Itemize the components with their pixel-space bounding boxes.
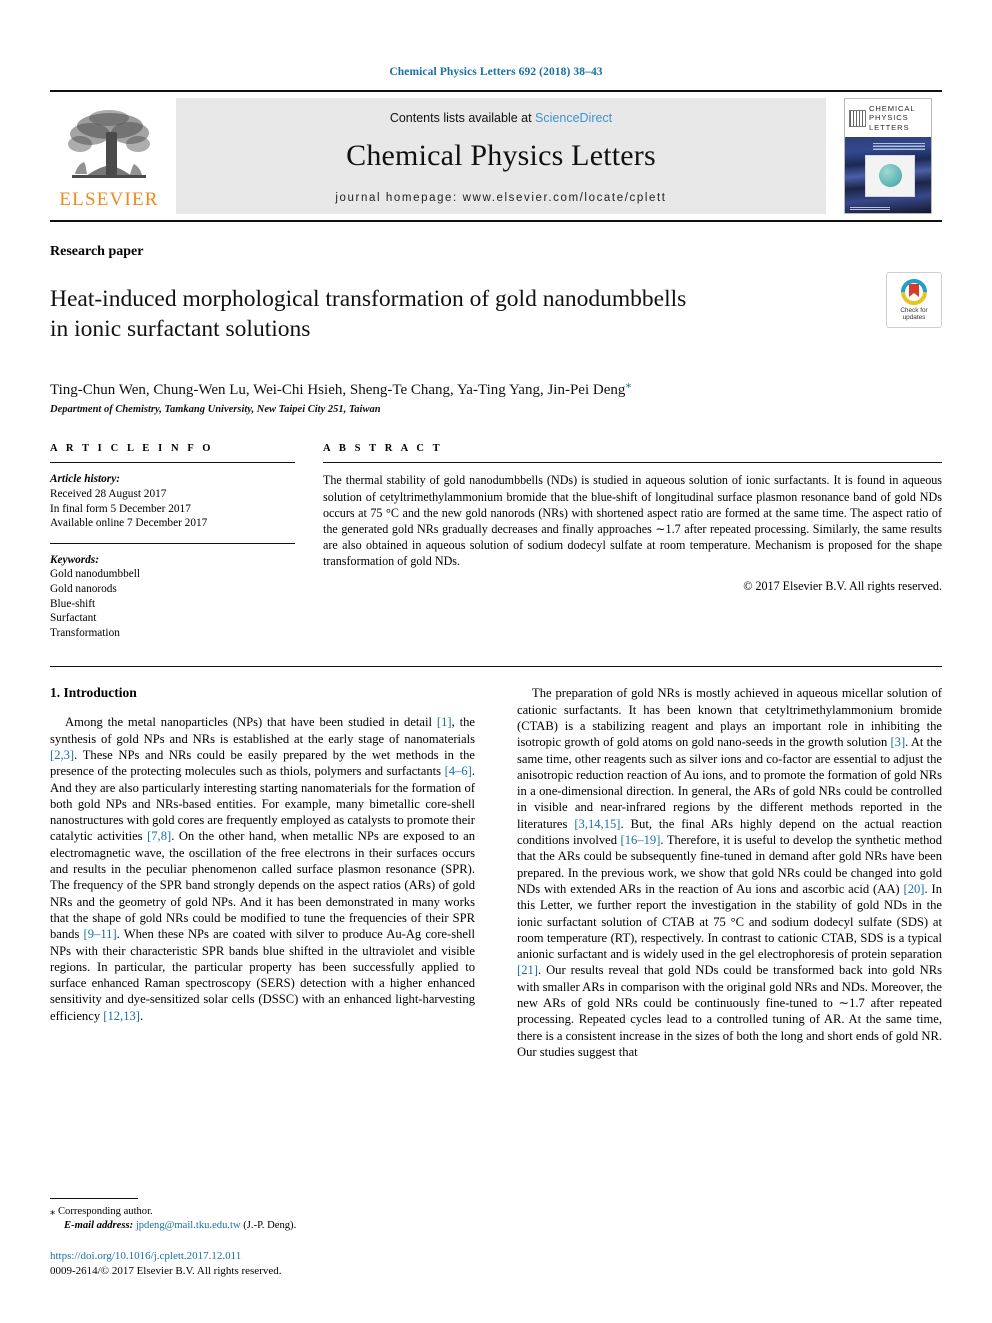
author-list: Ting-Chun Wen, Chung-Wen Lu, Wei-Chi Hsi…: [50, 377, 942, 399]
footnote-star: ⁎: [50, 1206, 56, 1217]
title-line-1: Heat-induced morphological transformatio…: [50, 285, 687, 312]
page-title: Heat-induced morphological transformatio…: [50, 284, 686, 344]
email-note: E-mail address: jpdeng@mail.tku.edu.tw (…: [50, 1219, 450, 1233]
paper-page: Chemical Physics Letters 692 (2018) 38–4…: [0, 0, 992, 1323]
citation-link[interactable]: [3,14,15]: [574, 817, 620, 831]
elsevier-logo: ELSEVIER: [50, 92, 168, 220]
citation-link[interactable]: [16–19]: [621, 833, 661, 847]
citation-link[interactable]: [20]: [904, 882, 925, 896]
authors-text: Ting-Chun Wen, Chung-Wen Lu, Wei-Chi Hsi…: [50, 382, 626, 399]
email-suffix: (J.-P. Deng).: [243, 1220, 297, 1231]
citation-link[interactable]: [4–6]: [445, 764, 472, 778]
contents-available-line: Contents lists available at ScienceDirec…: [390, 111, 612, 125]
keywords-rule: [50, 542, 295, 544]
cover-artwork: [845, 137, 931, 213]
article-info-rule: [50, 462, 295, 464]
issn-copyright-line: 0009-2614/© 2017 Elsevier B.V. All right…: [50, 1265, 282, 1277]
cover-inset-figure: [865, 155, 915, 197]
journal-cover-thumbnail: CHEMICAL PHYSICS LETTERS: [834, 97, 942, 215]
footnote-region: ⁎ Corresponding author. E-mail address: …: [50, 1198, 450, 1279]
section-divider: [50, 666, 942, 668]
cover-subtitle-lines: [873, 143, 925, 150]
abstract-text: The thermal stability of gold nanodumbbe…: [323, 473, 942, 568]
corresponding-author-marker: ⁎: [625, 377, 632, 392]
email-label: E-mail address:: [64, 1220, 134, 1231]
crossmark-icon: [901, 278, 927, 305]
affiliation: Department of Chemistry, Tamkang Univers…: [50, 404, 381, 416]
cover-footer-lines: [850, 206, 890, 210]
elsevier-mark-icon: [849, 109, 866, 127]
corresponding-author-text: Corresponding author.: [57, 1206, 153, 1217]
keyword-item: Gold nanodumbbell: [50, 568, 141, 581]
keywords-label: Keywords:: [50, 553, 99, 566]
article-history-block: Article history: Received 28 August 2017…: [50, 472, 295, 530]
elsevier-wordmark: ELSEVIER: [59, 188, 159, 210]
abstract-copyright: © 2017 Elsevier B.V. All rights reserved…: [743, 579, 942, 594]
keyword-item: Surfactant: [50, 612, 97, 625]
history-item: Available online 7 December 2017: [50, 517, 208, 530]
corresponding-author-note: ⁎ Corresponding author.: [50, 1205, 450, 1219]
abstract-column: A B S T R A C T The thermal stability of…: [323, 443, 942, 640]
citation-link[interactable]: [3]: [890, 735, 905, 749]
masthead-center: Contents lists available at ScienceDirec…: [176, 98, 826, 214]
crossmark-label: Check for updates: [900, 306, 928, 321]
footnote-rule: [50, 1198, 138, 1199]
history-item: In final form 5 December 2017: [50, 502, 191, 515]
citation-link[interactable]: [1]: [437, 715, 452, 729]
article-type-label: Research paper: [50, 244, 144, 259]
body-column-left: 1. Introduction Among the metal nanopart…: [50, 685, 475, 1060]
journal-title: Chemical Physics Letters: [346, 138, 656, 172]
citation-link[interactable]: [12,13]: [103, 1009, 140, 1023]
sciencedirect-link[interactable]: ScienceDirect: [535, 111, 612, 125]
keyword-item: Transformation: [50, 626, 120, 639]
citation-link[interactable]: [21]: [517, 963, 538, 977]
running-head: Chemical Physics Letters 692 (2018) 38–4…: [389, 66, 603, 78]
citation-link[interactable]: [9–11]: [84, 927, 117, 941]
keywords-block: Keywords: Gold nanodumbbell Gold nanorod…: [50, 553, 295, 641]
journal-homepage-link[interactable]: journal homepage: www.elsevier.com/locat…: [335, 192, 666, 204]
intro-paragraph-right: The preparation of gold NRs is mostly ac…: [517, 686, 943, 1059]
title-line-2: in ionic surfactant solutions: [50, 315, 311, 342]
info-abstract-region: A R T I C L E I N F O Article history: R…: [50, 443, 942, 640]
cover-image: CHEMICAL PHYSICS LETTERS: [844, 98, 932, 214]
email-link[interactable]: jpdeng@mail.tku.edu.tw: [136, 1220, 241, 1231]
doi-link[interactable]: https://doi.org/10.1016/j.cplett.2017.12…: [50, 1249, 450, 1264]
cover-journal-title: CHEMICAL PHYSICS LETTERS: [869, 104, 916, 132]
intro-paragraph-left: Among the metal nanoparticles (NPs) that…: [50, 715, 475, 1023]
doi-block: https://doi.org/10.1016/j.cplett.2017.12…: [50, 1249, 450, 1279]
cover-molecule-icon: [879, 164, 902, 187]
section-heading-introduction: 1. Introduction: [50, 685, 137, 701]
keyword-item: Blue-shift: [50, 597, 96, 610]
elsevier-tree-icon: [68, 109, 150, 178]
contents-prefix: Contents lists available at: [389, 110, 536, 125]
cover-header: CHEMICAL PHYSICS LETTERS: [845, 99, 931, 137]
abstract-heading: A B S T R A C T: [323, 443, 443, 455]
article-history-label: Article history:: [50, 473, 120, 486]
article-info-heading: A R T I C L E I N F O: [50, 443, 214, 455]
crossmark-badge[interactable]: Check for updates: [886, 272, 942, 328]
keyword-item: Gold nanorods: [50, 583, 117, 596]
article-info-column: A R T I C L E I N F O Article history: R…: [50, 443, 295, 640]
body-column-right: The preparation of gold NRs is mostly ac…: [517, 685, 942, 1060]
body-columns: 1. Introduction Among the metal nanopart…: [50, 685, 942, 1060]
abstract-rule: [323, 462, 942, 464]
citation-link[interactable]: [2,3]: [50, 748, 74, 762]
citation-link[interactable]: [7,8]: [147, 829, 171, 843]
journal-masthead: ELSEVIER Contents lists available at Sci…: [50, 90, 942, 222]
title-block: Heat-induced morphological transformatio…: [50, 268, 942, 359]
history-item: Received 28 August 2017: [50, 488, 167, 501]
